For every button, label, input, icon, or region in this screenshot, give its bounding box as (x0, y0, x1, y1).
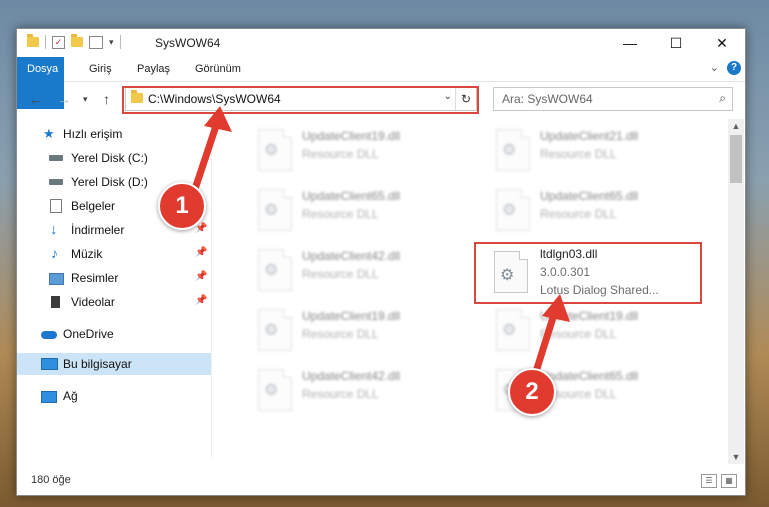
step-2-badge: 2 (508, 368, 556, 416)
arrow-1-head (204, 106, 232, 132)
annotation-arrows (190, 106, 570, 382)
step-1-badge: 1 (158, 182, 206, 230)
arrow-2 (530, 304, 560, 382)
arrow-2-head (542, 294, 570, 322)
arrow-1 (190, 116, 222, 196)
